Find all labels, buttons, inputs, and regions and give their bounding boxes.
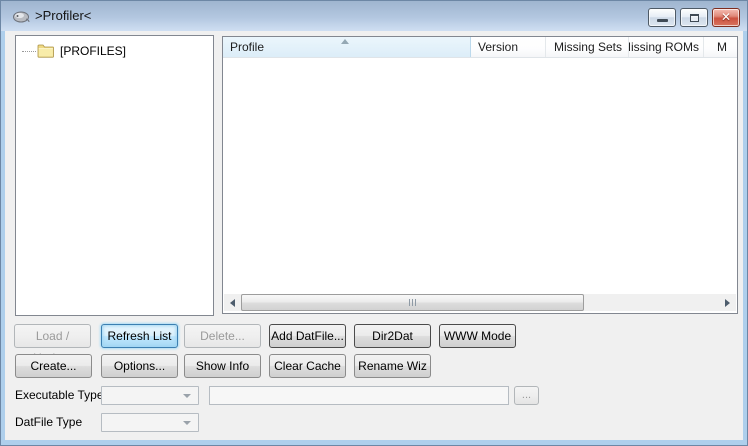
column-label: Missing Sets <box>554 40 622 54</box>
column-label: Profile <box>230 40 264 54</box>
column-label: Missing ROMs <box>629 40 699 54</box>
scrollbar-thumb[interactable] <box>241 294 584 311</box>
sort-ascending-icon <box>341 39 349 44</box>
show-info-button[interactable]: Show Info <box>184 354 261 378</box>
column-label: M <box>717 40 727 54</box>
www-mode-button[interactable]: WWW Mode <box>439 324 516 348</box>
delete-button[interactable]: Delete... <box>184 324 261 348</box>
close-icon: ✕ <box>713 10 739 24</box>
app-icon <box>12 8 30 24</box>
datfile-type-select[interactable] <box>101 413 199 432</box>
thumb-grip-icon <box>412 299 413 306</box>
dropdown-arrow-icon <box>183 421 191 425</box>
profiles-tree: [PROFILES] <box>15 35 214 316</box>
column-header-more[interactable]: M <box>704 37 737 57</box>
executable-path-field[interactable] <box>209 386 509 405</box>
executable-type-select[interactable] <box>101 386 199 405</box>
horizontal-scrollbar <box>224 294 736 311</box>
minimize-icon <box>657 19 668 22</box>
rename-wiz-button[interactable]: Rename Wiz <box>354 354 431 378</box>
tree-item-profiles[interactable]: [PROFILES] <box>22 42 128 60</box>
dir2dat-button[interactable]: Dir2Dat <box>354 324 431 348</box>
load-update-button[interactable]: Load / Update <box>14 324 91 348</box>
add-datfile-button[interactable]: Add DatFile... <box>269 324 346 348</box>
column-header-missing-sets[interactable]: Missing Sets <box>546 37 629 57</box>
list-header: Profile Version Missing Sets Missing ROM… <box>223 37 737 58</box>
list-body[interactable] <box>223 58 737 293</box>
window-title: >Profiler< <box>35 8 91 23</box>
thumb-grip-icon <box>409 299 410 306</box>
dropdown-arrow-icon <box>183 394 191 398</box>
column-label: Version <box>478 40 518 54</box>
column-header-profile[interactable]: Profile <box>223 37 471 57</box>
scrollbar-track[interactable] <box>241 294 719 311</box>
executable-type-label: Executable Type <box>15 386 104 405</box>
scroll-right-icon[interactable] <box>719 294 736 311</box>
tree-item-label: [PROFILES] <box>58 44 128 58</box>
refresh-list-button[interactable]: Refresh List <box>101 324 178 348</box>
profiler-window: >Profiler< ✕ [PROFILES] P <box>0 0 748 446</box>
column-header-version[interactable]: Version <box>471 37 546 57</box>
thumb-grip-icon <box>415 299 416 306</box>
profiles-list: Profile Version Missing Sets Missing ROM… <box>222 36 738 314</box>
scroll-left-icon[interactable] <box>224 294 241 311</box>
create-button[interactable]: Create... <box>15 354 92 378</box>
restore-button[interactable] <box>680 8 708 27</box>
client-area: [PROFILES] Profile Version Missing Sets … <box>5 31 743 440</box>
clear-cache-button[interactable]: Clear Cache <box>269 354 346 378</box>
folder-icon <box>37 44 54 58</box>
datfile-type-label: DatFile Type <box>15 413 82 432</box>
tree-connector <box>22 51 36 52</box>
restore-icon <box>690 14 699 22</box>
titlebar[interactable]: >Profiler< ✕ <box>1 1 747 31</box>
options-button[interactable]: Options... <box>101 354 178 378</box>
browse-button[interactable]: ... <box>514 386 539 405</box>
window-controls: ✕ <box>648 8 740 27</box>
minimize-button[interactable] <box>648 8 676 27</box>
column-header-missing-roms[interactable]: Missing ROMs <box>629 37 704 57</box>
close-button[interactable]: ✕ <box>712 8 740 27</box>
